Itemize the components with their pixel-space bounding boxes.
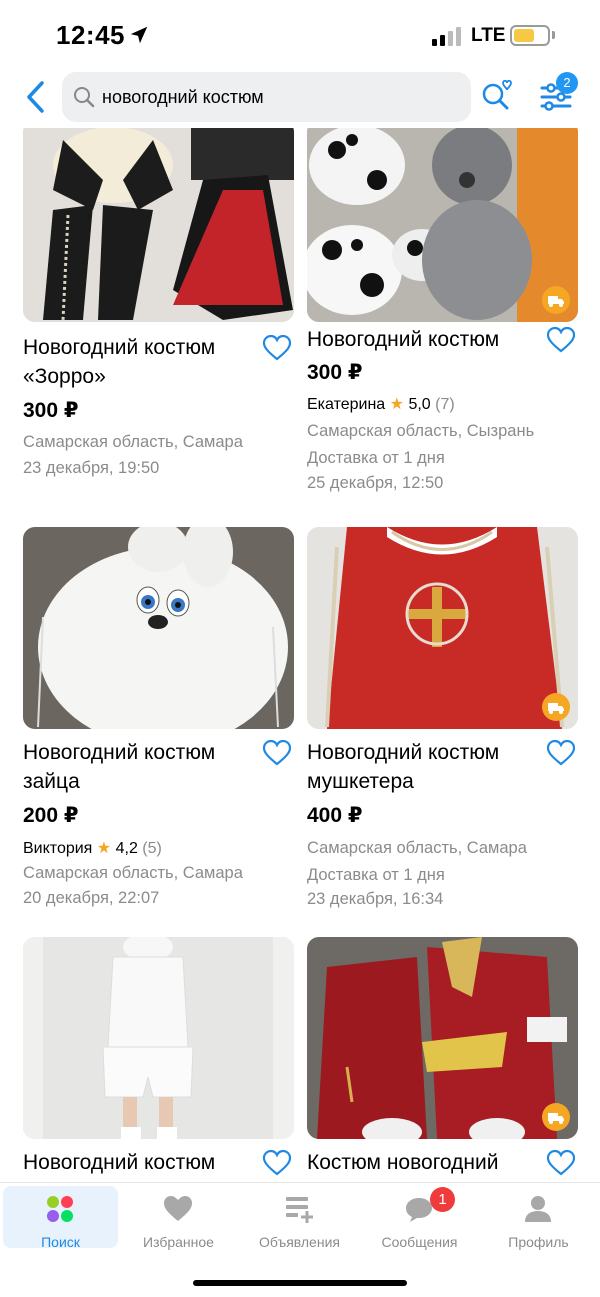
status-time: 12:45 xyxy=(56,20,125,50)
tab-ads[interactable]: Объявления xyxy=(242,1186,357,1250)
listing-delivery: Доставка от 1 дня xyxy=(307,449,445,467)
listing-card[interactable]: Новогодний костюм «Зорро» 300 ₽ Самарска… xyxy=(23,128,294,480)
tab-profile[interactable]: Профиль xyxy=(481,1186,596,1250)
listing-location: Самарская область, Самара xyxy=(307,839,527,857)
seller-rating: 4,2 xyxy=(115,840,138,857)
listing-price: 300 ₽ xyxy=(307,361,363,384)
signal-icon xyxy=(432,27,461,46)
rating-star-icon: ★ xyxy=(96,840,112,857)
heart-icon xyxy=(164,1196,192,1221)
listing-photo[interactable] xyxy=(307,128,578,322)
listing-delivery: Доставка от 1 дня xyxy=(307,866,445,884)
listing-title[interactable]: Новогодний костюм xyxy=(307,325,542,354)
battery-icon xyxy=(510,25,550,46)
rating-star-icon: ★ xyxy=(389,396,404,413)
listing-seller[interactable]: Екатерина ★ 5,0 (7) xyxy=(307,393,455,417)
favorite-heart-icon[interactable] xyxy=(547,1150,575,1176)
listing-title[interactable]: Новогодний костюм зайца xyxy=(23,738,258,796)
listing-location: Самарская область, Сызрань xyxy=(307,422,535,440)
listing-photo[interactable] xyxy=(307,527,578,729)
listing-photo[interactable] xyxy=(307,937,578,1139)
tab-messages[interactable]: Сообщения xyxy=(362,1186,477,1250)
delivery-icon xyxy=(542,286,570,314)
search-tab-icon xyxy=(47,1196,73,1222)
tab-search[interactable]: Поиск xyxy=(3,1186,118,1250)
add-listing-icon xyxy=(286,1197,313,1223)
tab-label: Поиск xyxy=(41,1234,80,1250)
listing-date: 23 декабря, 19:50 xyxy=(23,459,160,477)
status-bar: 12:45 LTE xyxy=(0,0,600,66)
seller-name: Екатерина xyxy=(307,396,386,413)
listing-location: Самарская область, Самара xyxy=(23,433,243,451)
listing-card[interactable]: Костюм новогодний xyxy=(307,937,578,1182)
home-indicator[interactable] xyxy=(193,1280,407,1286)
listing-title[interactable]: Новогодний костюм «Зорро» xyxy=(23,333,258,391)
listing-date: 23 декабря, 16:34 xyxy=(307,890,444,908)
messages-count-badge: 1 xyxy=(430,1187,455,1212)
listing-photo[interactable] xyxy=(23,128,294,322)
listing-card[interactable]: Новогодний костюм зайца 200 ₽ Виктория ★… xyxy=(23,527,294,912)
favorite-heart-icon[interactable] xyxy=(263,335,291,361)
favorite-heart-icon[interactable] xyxy=(547,740,575,766)
listing-card[interactable]: Новогодний костюм xyxy=(23,937,294,1182)
tab-label: Профиль xyxy=(508,1234,569,1250)
search-input[interactable] xyxy=(102,72,452,122)
listing-price: 300 ₽ xyxy=(23,399,79,422)
tab-label: Избранное xyxy=(143,1234,214,1250)
location-arrow-icon xyxy=(130,26,148,44)
tab-label: Сообщения xyxy=(381,1234,458,1250)
listing-photo[interactable] xyxy=(23,937,294,1139)
listing-location: Самарская область, Самара xyxy=(23,864,243,882)
network-label: LTE xyxy=(471,25,506,46)
profile-icon xyxy=(525,1196,551,1222)
tab-favorites[interactable]: Избранное xyxy=(121,1186,236,1250)
search-bar[interactable] xyxy=(62,72,471,122)
filters-count-badge: 2 xyxy=(556,72,578,94)
listing-grid: Новогодний костюм «Зорро» 300 ₽ Самарска… xyxy=(0,128,600,1182)
delivery-icon xyxy=(542,1103,570,1131)
back-button[interactable] xyxy=(22,79,52,115)
search-icon xyxy=(74,87,95,108)
delivery-icon xyxy=(542,693,570,721)
listing-card[interactable]: Новогодний костюм мушкетера 400 ₽ Самарс… xyxy=(307,527,578,912)
favorite-heart-icon[interactable] xyxy=(263,1150,291,1176)
listing-photo[interactable] xyxy=(23,527,294,729)
listing-title[interactable]: Новогодний костюм мушкетера xyxy=(307,738,542,796)
listing-card[interactable]: Новогодний костюм 300 ₽ Екатерина ★ 5,0 … xyxy=(307,128,578,510)
seller-rating: 5,0 xyxy=(408,396,431,413)
listing-price: 200 ₽ xyxy=(23,804,79,827)
listing-title[interactable]: Костюм новогодний xyxy=(307,1148,542,1177)
listing-date: 25 декабря, 12:50 xyxy=(307,474,444,492)
listing-date: 20 декабря, 22:07 xyxy=(23,889,160,907)
seller-reviews: (7) xyxy=(435,396,455,413)
listing-seller[interactable]: Виктория ★ 4,2 (5) xyxy=(23,837,162,861)
favorite-heart-icon[interactable] xyxy=(547,327,575,353)
favorite-heart-icon[interactable] xyxy=(263,740,291,766)
search-header: 2 xyxy=(0,66,600,128)
listing-title[interactable]: Новогодний костюм xyxy=(23,1148,258,1177)
save-search-icon[interactable] xyxy=(481,78,513,112)
seller-name: Виктория xyxy=(23,840,93,857)
seller-reviews: (5) xyxy=(142,840,162,857)
listing-price: 400 ₽ xyxy=(307,804,363,827)
tab-label: Объявления xyxy=(259,1234,340,1250)
